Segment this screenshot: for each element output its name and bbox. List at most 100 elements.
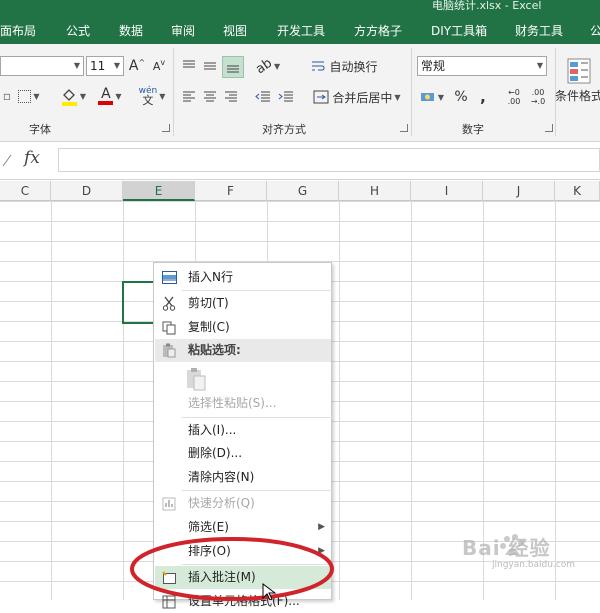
column-header-g[interactable]: G (267, 181, 339, 201)
tab-view[interactable]: 视图 (223, 23, 247, 41)
accounting-format-button[interactable]: ▼ (417, 87, 447, 107)
font-dialog-launcher[interactable] (162, 124, 170, 132)
menu-separator (182, 490, 332, 491)
copy-icon (161, 320, 177, 335)
paste-option-button[interactable] (185, 367, 207, 391)
menu-item-format-cells[interactable]: 设置单元格格式(F)... (155, 590, 331, 613)
tab-formulas[interactable]: 公式 (66, 23, 90, 41)
formula-input[interactable] (58, 148, 600, 172)
menu-separator (182, 290, 332, 291)
checkmark-icon[interactable] (2, 154, 12, 168)
menu-item-paste-special[interactable]: 选择性粘贴(S)... (155, 392, 331, 415)
menu-item-delete[interactable]: 删除(D)... (155, 442, 331, 465)
chevron-down-icon: ▼ (73, 61, 81, 70)
menu-item-insert[interactable]: 插入(I)... (155, 419, 331, 442)
menu-item-insert-comment[interactable]: 插入批注(M) (155, 566, 331, 589)
decrease-font-icon: A (152, 59, 161, 73)
submenu-arrow-icon: ▶ (318, 522, 325, 532)
menu-item-label: 排序(O) (188, 544, 231, 558)
align-bottom-button[interactable] (222, 56, 244, 78)
tab-more[interactable]: 公 (590, 23, 600, 41)
menu-item-label: 粘贴选项: (188, 343, 241, 357)
insert-function-button[interactable]: fx (24, 148, 40, 168)
comma-icon: , (480, 88, 486, 106)
menu-item-insert-n-rows[interactable]: 插入N行 (155, 266, 331, 289)
chevron-down-icon: ▼ (536, 61, 544, 70)
column-header-h[interactable]: H (339, 181, 411, 201)
tab-page-layout[interactable]: 面布局 (0, 23, 36, 41)
font-size-value: 11 (90, 59, 106, 73)
increase-font-icon: A (128, 58, 139, 74)
alignment-group-label: 对齐方式 (262, 123, 306, 136)
tab-finance[interactable]: 财务工具 (515, 23, 563, 41)
menu-item-label: 插入批注(M) (188, 570, 256, 584)
increase-indent-button[interactable] (276, 87, 296, 107)
percent-button[interactable]: % (452, 87, 470, 107)
align-top-icon (183, 60, 195, 68)
decrease-decimal-button[interactable]: .00 →.0 (528, 85, 548, 109)
percent-icon: % (454, 89, 468, 105)
menu-item-label: 快速分析(Q) (188, 496, 255, 510)
font-color-button[interactable]: A ▼ (94, 84, 126, 108)
increase-decimal-button[interactable]: ←0.00 (504, 85, 524, 109)
text-orientation-icon: ab (252, 55, 275, 77)
scissors-icon (161, 296, 177, 311)
column-header-c[interactable]: C (0, 181, 51, 201)
menu-item-filter[interactable]: 筛选(E) ▶ (155, 516, 331, 539)
column-header-i[interactable]: I (411, 181, 483, 201)
decrease-indent-button[interactable] (253, 87, 273, 107)
wrap-text-button[interactable]: 自动换行 (308, 56, 380, 76)
clipboard-icon (187, 368, 206, 391)
menu-item-cut[interactable]: 剪切(T) (155, 292, 331, 315)
wrap-text-icon (312, 61, 325, 71)
borders-button[interactable]: ▼ (14, 86, 44, 106)
align-center-button[interactable] (201, 87, 219, 107)
menu-item-label: 插入N行 (188, 270, 233, 284)
borders-icon (18, 89, 32, 103)
align-top-button[interactable] (180, 56, 198, 76)
column-header-f[interactable]: F (195, 181, 267, 201)
formula-bar: fx (0, 142, 600, 180)
align-middle-icon (204, 62, 216, 70)
number-format-combo[interactable]: 常规 ▼ (417, 56, 547, 76)
menu-item-quick-analysis[interactable]: 快速分析(Q) (155, 492, 331, 515)
increase-font-button[interactable]: A ^ (128, 56, 146, 76)
fill-color-button[interactable]: ▼ (56, 84, 90, 108)
tab-developer[interactable]: 开发工具 (277, 23, 325, 41)
tab-fangfang[interactable]: 方方格子 (354, 23, 402, 41)
tab-diy-toolbox[interactable]: DIY工具箱 (431, 23, 487, 41)
number-dialog-launcher[interactable] (545, 124, 553, 132)
align-bottom-icon (227, 65, 239, 73)
format-cells-icon (161, 594, 177, 609)
align-center-icon (204, 91, 216, 102)
align-middle-button[interactable] (201, 56, 219, 76)
column-headers: C D E F G H I J K (0, 181, 600, 201)
bold-partial-button[interactable]: ▫ (2, 86, 12, 106)
font-size-combo[interactable]: 11 ▼ (86, 56, 124, 76)
menu-separator (182, 564, 332, 565)
tab-review[interactable]: 审阅 (171, 23, 195, 41)
column-header-d[interactable]: D (51, 181, 123, 201)
decrease-font-button[interactable]: Av (150, 56, 168, 76)
menu-item-clear-contents[interactable]: 清除内容(N) (155, 466, 331, 489)
orientation-button[interactable]: ab ▼ (252, 55, 283, 77)
menu-item-copy[interactable]: 复制(C) (155, 316, 331, 339)
column-header-k[interactable]: K (555, 181, 600, 201)
tab-data[interactable]: 数据 (119, 23, 143, 41)
insert-comment-icon (161, 570, 177, 585)
font-name-combo[interactable]: ▼ (0, 56, 84, 76)
decrease-indent-icon (255, 91, 270, 102)
align-right-button[interactable] (222, 87, 240, 107)
column-header-j[interactable]: J (483, 181, 555, 201)
submenu-arrow-icon: ▶ (318, 546, 325, 556)
font-group-label: 字体 (29, 123, 51, 136)
merge-center-button[interactable]: 合并后居中 ▼ (308, 87, 406, 107)
menu-item-sort[interactable]: 排序(O) ▶ (155, 540, 331, 563)
column-header-e[interactable]: E (123, 181, 195, 201)
align-left-button[interactable] (180, 87, 198, 107)
conditional-format-button[interactable]: 条件格式 (555, 50, 600, 110)
alignment-dialog-launcher[interactable] (400, 124, 408, 132)
phonetic-button[interactable]: wén 文 ▼ (134, 84, 170, 108)
comma-style-button[interactable]: , (475, 87, 491, 107)
menu-item-label: 清除内容(N) (188, 470, 255, 484)
